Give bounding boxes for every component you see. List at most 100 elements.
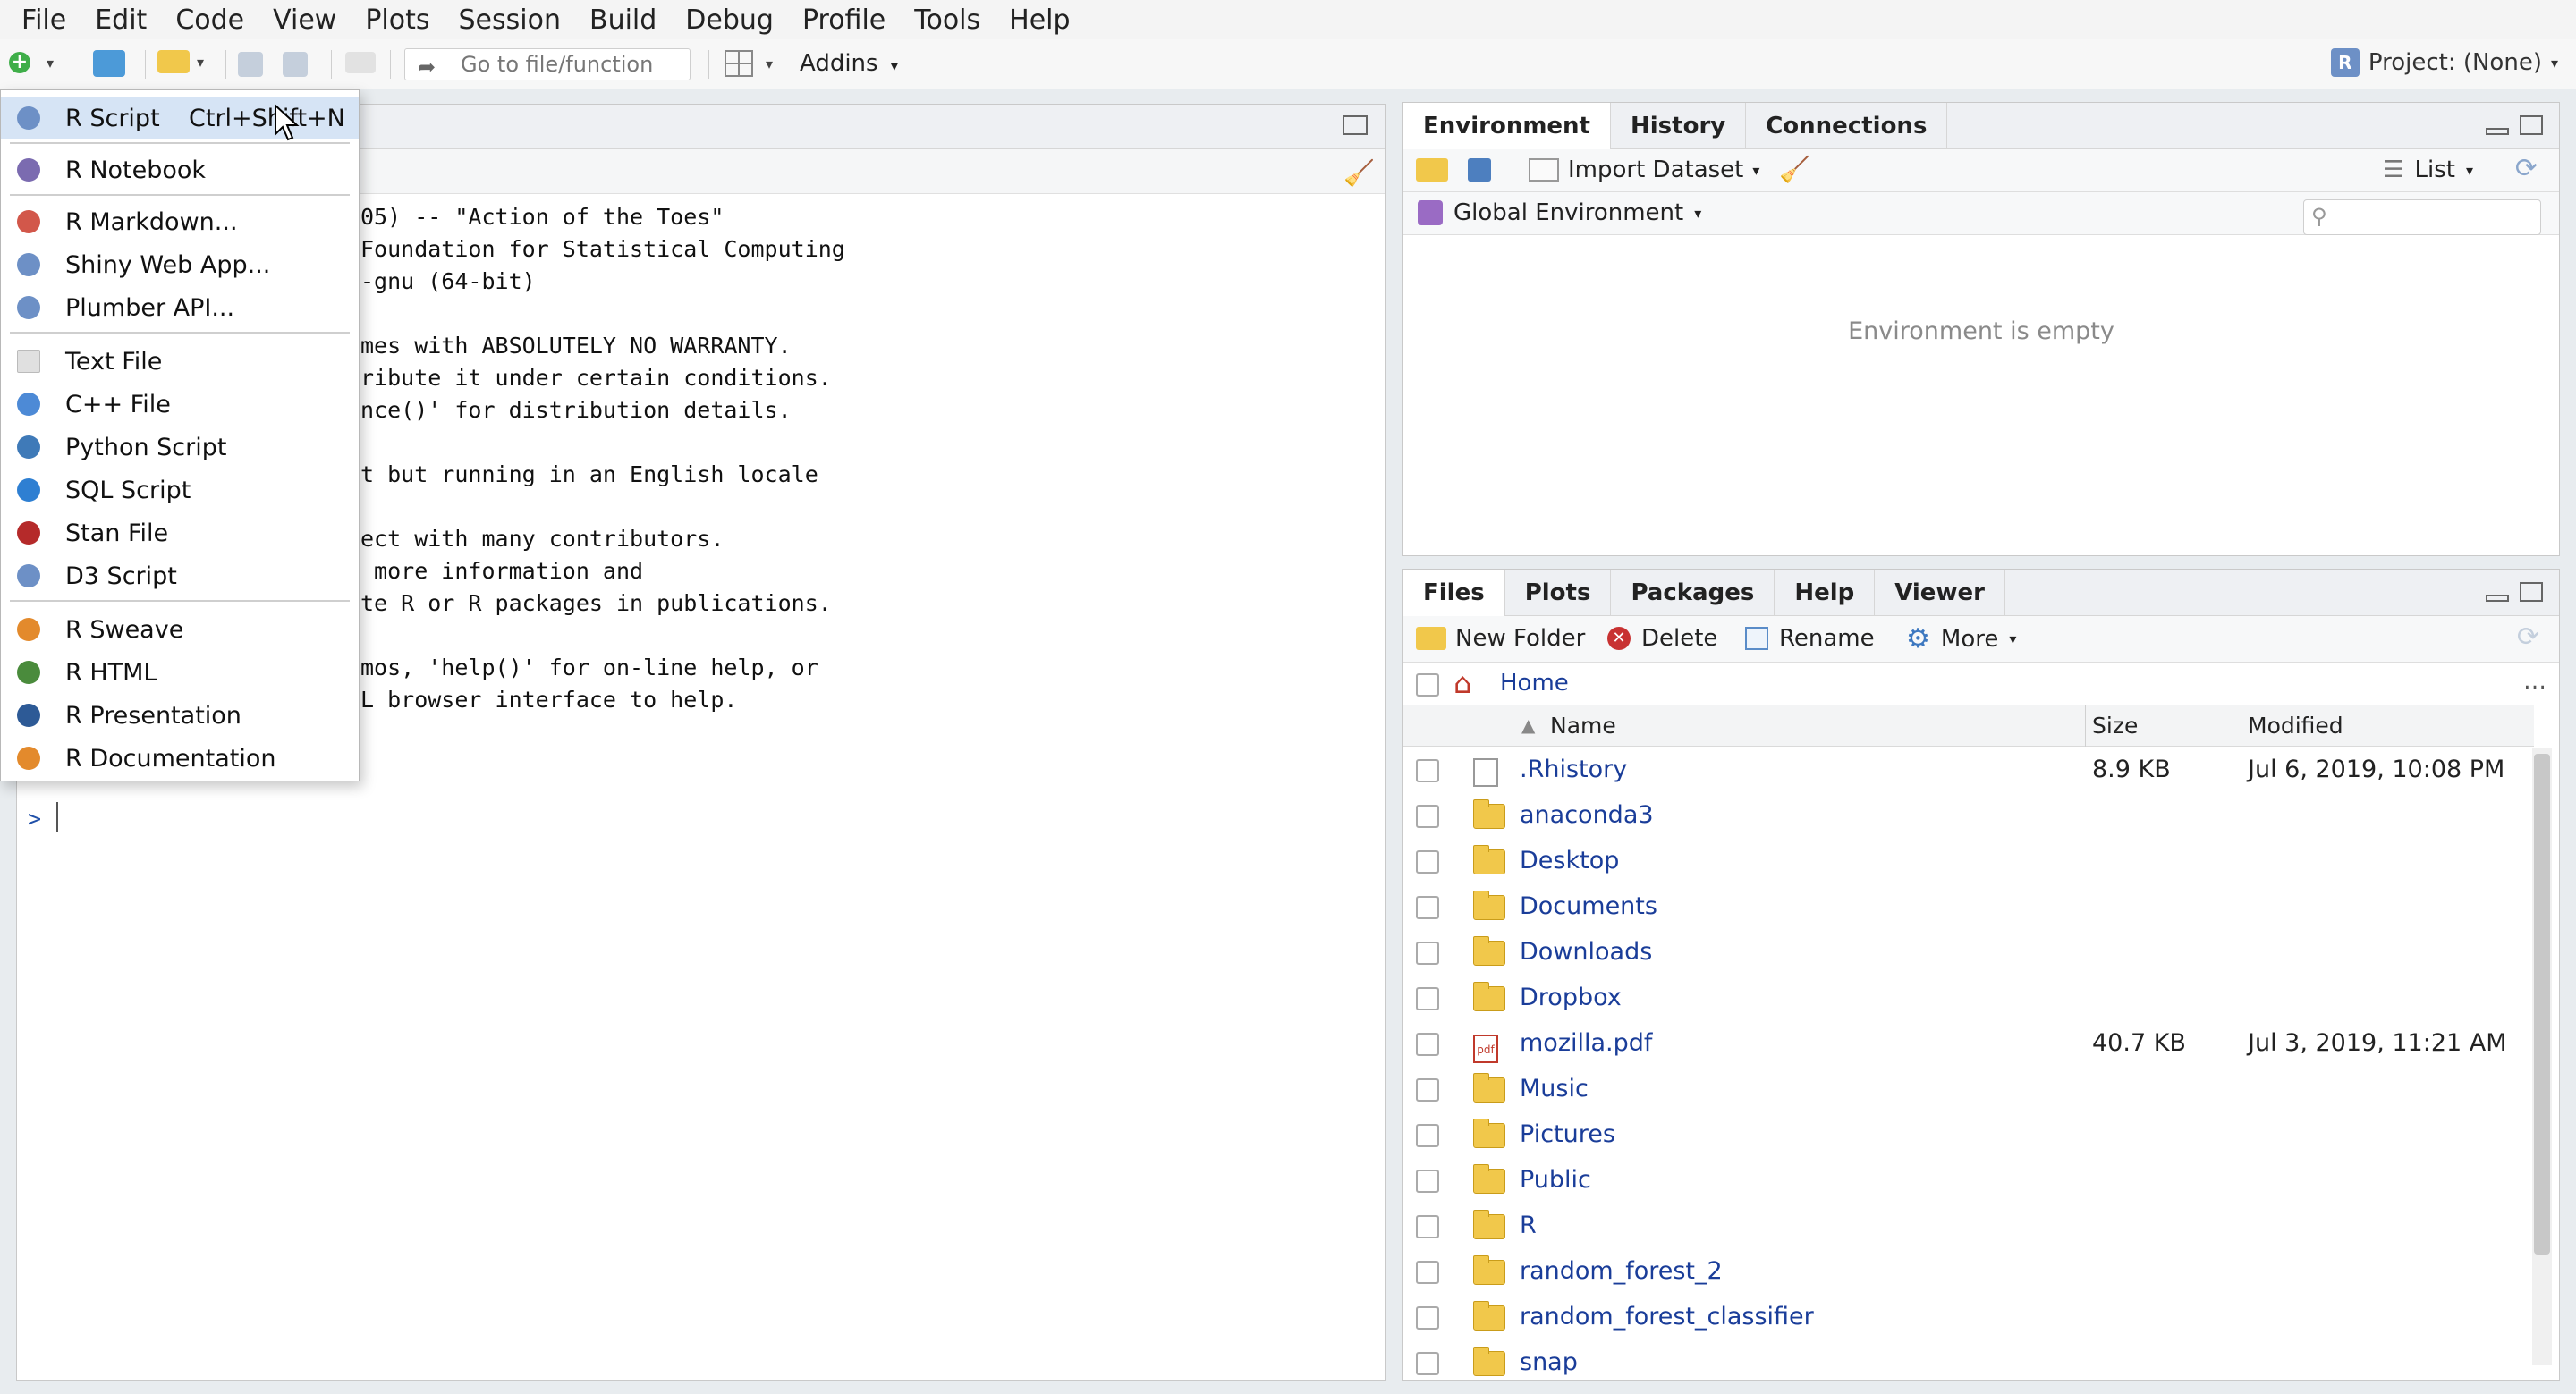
menu-edit[interactable]: Edit — [80, 4, 161, 36]
menu-item-r-presentation[interactable]: R Presentation — [1, 695, 359, 736]
broom-icon[interactable]: 🧹 — [1343, 158, 1375, 188]
addins-dropdown[interactable]: Addins ▾ — [800, 50, 898, 77]
file-name-link[interactable]: Downloads — [1520, 938, 1652, 966]
menu-tools[interactable]: Tools — [900, 4, 995, 36]
new-project-button[interactable] — [93, 50, 125, 77]
menu-item-sql-script[interactable]: SQL Script — [1, 469, 359, 511]
print-button[interactable] — [345, 52, 376, 73]
new-file-button[interactable]: + ▾ — [9, 52, 54, 73]
menu-item-plumber-api[interactable]: Plumber API... — [1, 287, 359, 328]
maximize-icon[interactable] — [2520, 582, 2543, 602]
menu-item-stan-file[interactable]: Stan File — [1, 512, 359, 553]
delete-button[interactable]: ✕ Delete — [1607, 625, 1717, 652]
maximize-icon[interactable] — [2520, 115, 2543, 135]
tab-plots[interactable]: Plots — [1505, 570, 1612, 616]
file-checkbox[interactable] — [1416, 1170, 1439, 1193]
file-name-link[interactable]: Dropbox — [1520, 984, 1622, 1011]
file-checkbox[interactable] — [1416, 1033, 1439, 1056]
menu-plots[interactable]: Plots — [351, 4, 444, 36]
file-name-link[interactable]: random_forest_classifier — [1520, 1303, 1814, 1331]
column-size[interactable]: Size — [2092, 713, 2138, 739]
breadcrumb-home[interactable]: Home — [1500, 670, 1569, 697]
menu-item-r-script[interactable]: R Script Ctrl+Shift+N — [1, 97, 359, 139]
file-checkbox[interactable] — [1416, 942, 1439, 965]
menu-session[interactable]: Session — [445, 4, 575, 36]
file-name-link[interactable]: .Rhistory — [1520, 756, 1627, 783]
maximize-pane-button[interactable] — [1343, 115, 1368, 139]
goto-file-input[interactable]: ➦ Go to file/function — [404, 48, 691, 80]
save-button[interactable] — [238, 52, 263, 77]
file-checkbox[interactable] — [1416, 896, 1439, 919]
file-name-link[interactable]: Pictures — [1520, 1120, 1615, 1148]
menu-item-python-script[interactable]: Python Script — [1, 427, 359, 468]
file-checkbox[interactable] — [1416, 1306, 1439, 1330]
tab-environment[interactable]: Environment — [1403, 103, 1611, 149]
more-options-icon[interactable]: … — [2523, 668, 2546, 695]
menu-file[interactable]: File — [7, 4, 80, 36]
clear-broom-icon[interactable]: 🧹 — [1779, 155, 1810, 184]
refresh-icon[interactable]: ⟳ — [2515, 153, 2538, 184]
files-scrollbar[interactable] — [2532, 748, 2552, 1365]
file-checkbox[interactable] — [1416, 805, 1439, 828]
column-modified[interactable]: Modified — [2248, 713, 2343, 739]
file-name-link[interactable]: snap — [1520, 1348, 1578, 1376]
file-checkbox[interactable] — [1416, 1352, 1439, 1375]
select-all-checkbox[interactable] — [1416, 673, 1439, 697]
import-dataset-dropdown[interactable]: Import Dataset ▾ — [1529, 156, 1759, 183]
menu-item-r-documentation[interactable]: R Documentation — [1, 738, 359, 779]
file-name-link[interactable]: anaconda3 — [1520, 801, 1654, 829]
minimize-icon[interactable] — [2486, 595, 2509, 602]
file-name-link[interactable]: Music — [1520, 1075, 1589, 1103]
scrollbar-thumb[interactable] — [2534, 754, 2550, 1255]
file-name-link[interactable]: Desktop — [1520, 847, 1619, 874]
menu-item-text-file[interactable]: Text File — [1, 341, 359, 382]
pane-layout-button[interactable]: ▾ — [724, 50, 773, 77]
tab-help[interactable]: Help — [1775, 570, 1876, 616]
file-name-link[interactable]: Public — [1520, 1166, 1591, 1194]
save-all-button[interactable] — [283, 52, 308, 77]
global-environment-dropdown[interactable]: Global Environment ▾ — [1418, 199, 1701, 226]
menu-item-r-sweave[interactable]: R Sweave — [1, 609, 359, 650]
refresh-icon[interactable]: ⟳ — [2517, 621, 2539, 653]
menu-help[interactable]: Help — [995, 4, 1084, 36]
menu-view[interactable]: View — [258, 4, 351, 36]
console-input-caret[interactable] — [56, 802, 58, 832]
menu-debug[interactable]: Debug — [671, 4, 788, 36]
tab-files[interactable]: Files — [1403, 570, 1505, 616]
file-checkbox[interactable] — [1416, 987, 1439, 1010]
menu-item-r-notebook[interactable]: R Notebook — [1, 149, 359, 190]
file-name-link[interactable]: R — [1520, 1212, 1537, 1239]
save-workspace-icon[interactable] — [1468, 158, 1491, 182]
file-checkbox[interactable] — [1416, 1124, 1439, 1147]
file-name-link[interactable]: random_forest_2 — [1520, 1257, 1723, 1285]
open-file-button[interactable]: ▾ — [157, 50, 204, 73]
tab-connections[interactable]: Connections — [1746, 103, 1948, 149]
file-checkbox[interactable] — [1416, 759, 1439, 782]
menu-code[interactable]: Code — [161, 4, 258, 36]
more-dropdown[interactable]: ⚙ More ▾ — [1906, 623, 2016, 655]
menu-item-d3-script[interactable]: D3 Script — [1, 555, 359, 596]
rename-button[interactable]: Rename — [1745, 625, 1875, 652]
file-checkbox[interactable] — [1416, 1215, 1439, 1238]
file-name-link[interactable]: mozilla.pdf — [1520, 1029, 1652, 1057]
menu-item-r-markdown[interactable]: R Markdown... — [1, 201, 359, 242]
column-name[interactable]: Name — [1550, 713, 1616, 739]
menu-build[interactable]: Build — [575, 4, 671, 36]
view-mode-dropdown[interactable]: ☰ List ▾ — [2383, 156, 2473, 183]
menu-item-c-file[interactable]: C++ File — [1, 384, 359, 425]
file-checkbox[interactable] — [1416, 850, 1439, 874]
tab-history[interactable]: History — [1611, 103, 1747, 149]
menu-profile[interactable]: Profile — [788, 4, 900, 36]
tab-viewer[interactable]: Viewer — [1875, 570, 2005, 616]
load-workspace-icon[interactable] — [1416, 158, 1448, 182]
menu-item-r-html[interactable]: R HTML — [1, 652, 359, 693]
home-icon[interactable]: ⌂ — [1453, 666, 1471, 700]
new-folder-button[interactable]: New Folder — [1416, 625, 1585, 652]
file-name-link[interactable]: Documents — [1520, 892, 1657, 920]
menu-item-shiny-web-app[interactable]: Shiny Web App... — [1, 244, 359, 285]
project-menu[interactable]: R Project: (None) ▾ — [2330, 48, 2558, 77]
minimize-icon[interactable] — [2486, 128, 2509, 135]
file-checkbox[interactable] — [1416, 1078, 1439, 1102]
file-checkbox[interactable] — [1416, 1261, 1439, 1284]
tab-packages[interactable]: Packages — [1611, 570, 1775, 616]
